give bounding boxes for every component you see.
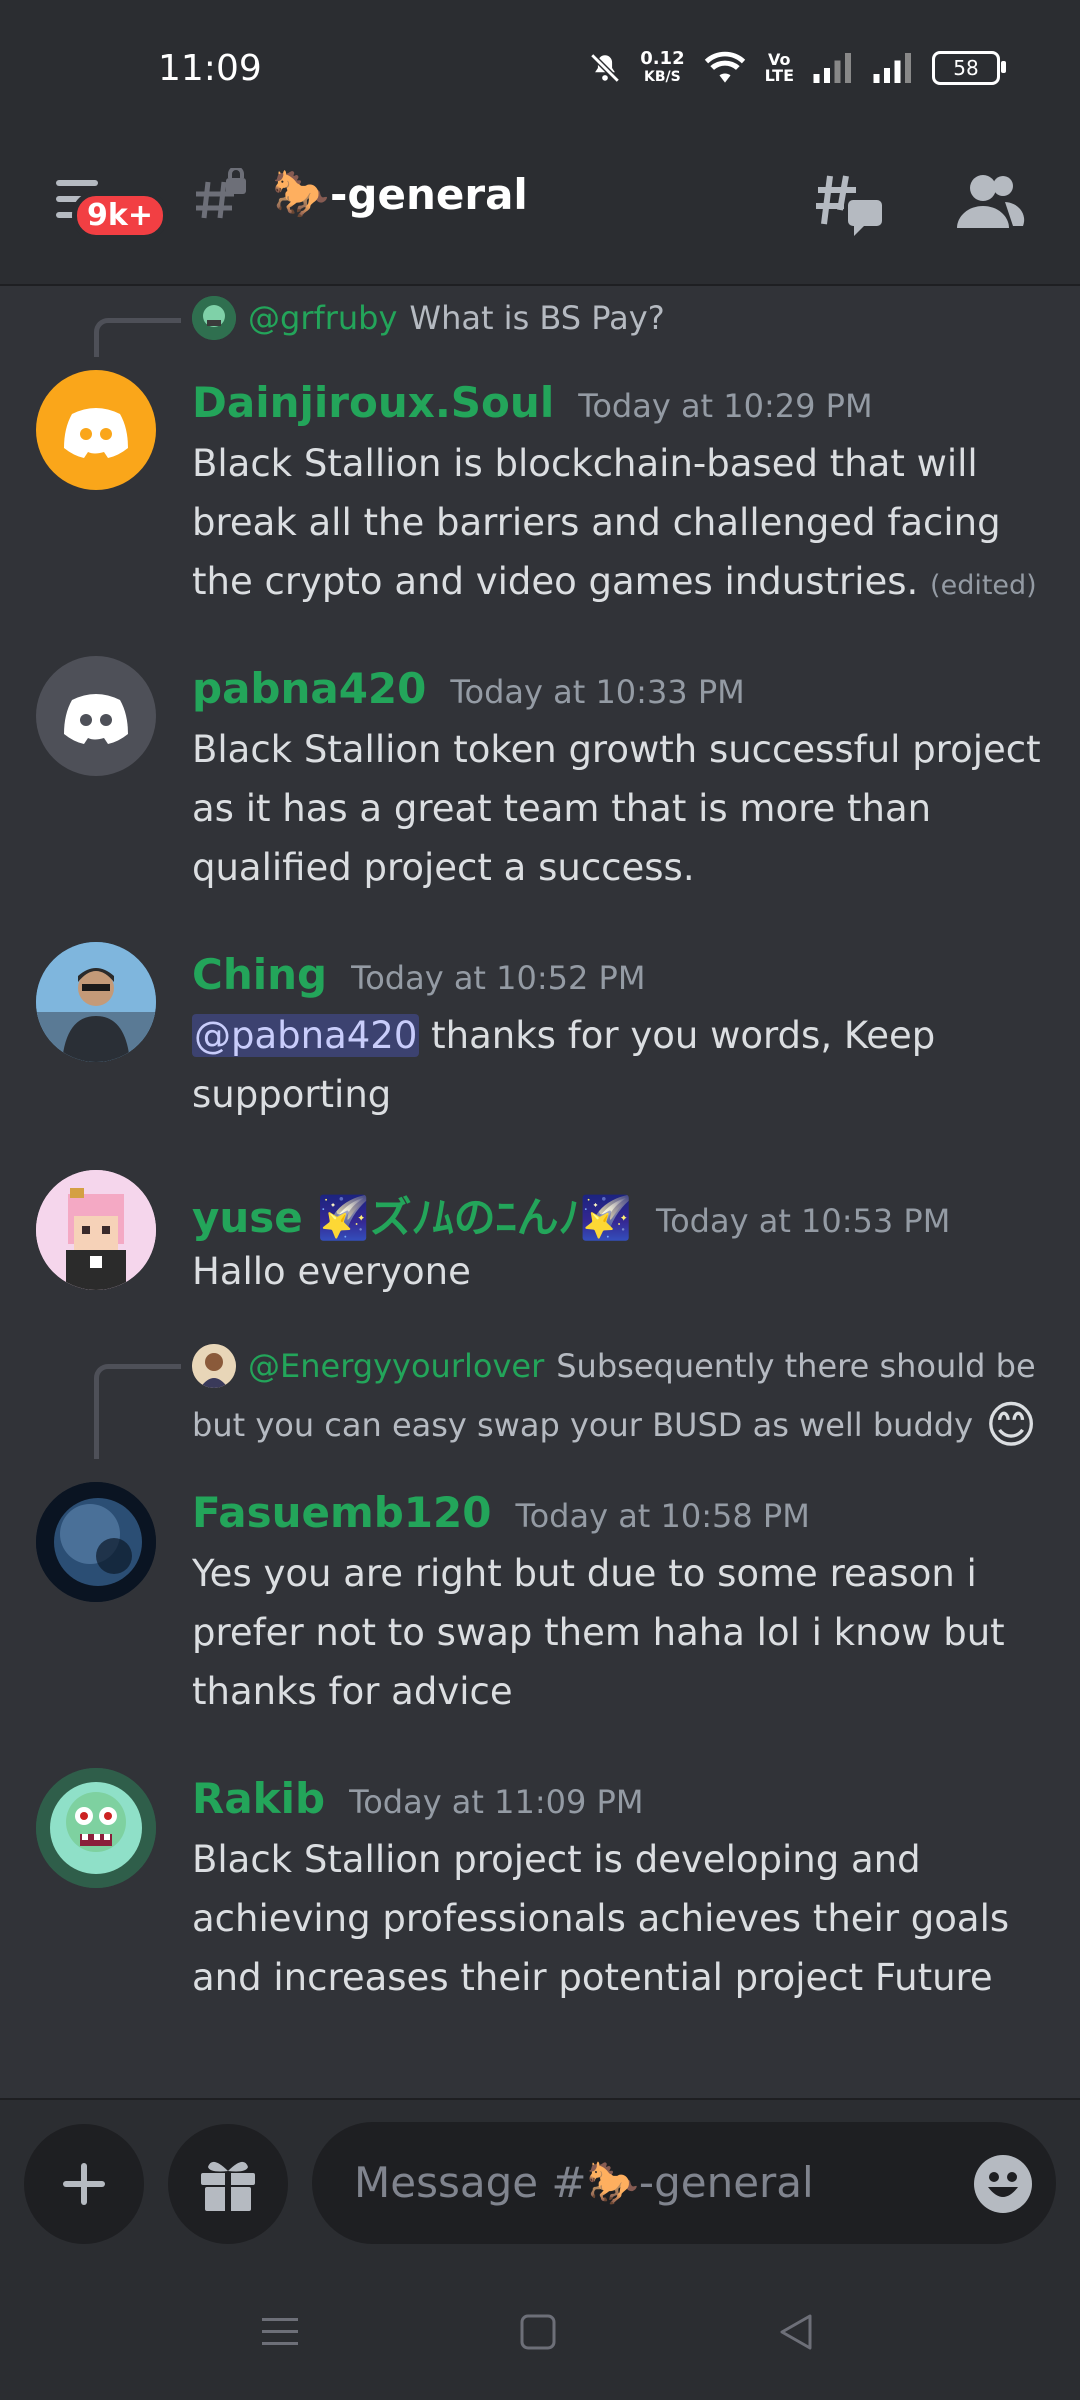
planet-avatar (36, 1482, 156, 1602)
reply-avatar (192, 296, 236, 340)
message-body: Black Stallion is blockchain-based that … (192, 434, 1052, 615)
avatar[interactable] (36, 656, 156, 776)
discord-logo-icon (64, 694, 128, 744)
username[interactable]: Rakib (192, 1774, 325, 1823)
status-icons: 0.12 KB/S Vo LTE 58 (588, 50, 1006, 86)
timestamp: Today at 10:29 PM (578, 387, 873, 425)
message-input-placeholder: Message #🐎-general (354, 2158, 814, 2207)
smiley-icon (974, 2155, 1032, 2213)
status-bar: 11:09 0.12 KB/S Vo LTE 58 (0, 0, 1080, 140)
wifi-icon (703, 51, 747, 85)
message-header: yuse 🌠ズﾉﾑのﾆんﾉ🌠 Today at 10:53 PM (192, 1184, 950, 1245)
reply-preview-continued: but you can easy swap your BUSD as well … (192, 1396, 1037, 1454)
reply-preview[interactable]: @grfruby What is BS Pay? (192, 296, 665, 340)
pixel-art-avatar (36, 1170, 156, 1290)
reply-text: What is BS Pay? (409, 299, 665, 337)
reply-username[interactable]: @Energyyourlover (248, 1347, 544, 1385)
plus-icon (63, 2163, 105, 2205)
timestamp: Today at 11:09 PM (349, 1783, 644, 1821)
message-list[interactable]: @grfruby What is BS Pay? Dainjiroux.Soul… (0, 286, 1080, 2096)
message-body: Black Stallion token growth successful p… (192, 728, 1041, 889)
threads-button[interactable] (814, 170, 884, 240)
network-speed: 0.12 KB/S (640, 50, 684, 86)
reply-connector (94, 1364, 181, 1459)
timestamp: Today at 10:53 PM (655, 1202, 951, 1240)
net-speed-unit: KB/S (644, 69, 681, 85)
reply-text: Subsequently there should be (556, 1347, 1036, 1385)
locked-channel-icon (194, 166, 250, 226)
gift-button[interactable] (168, 2124, 288, 2244)
user-mention[interactable]: @pabna420 (192, 1014, 420, 1057)
username[interactable]: yuse 🌠ズﾉﾑのﾆんﾉ🌠 (192, 1184, 632, 1245)
message-text: Black Stallion is blockchain-based that … (192, 442, 1001, 603)
home-square-icon (520, 2314, 556, 2350)
message-header: Dainjiroux.Soul Today at 10:29 PM (192, 378, 873, 427)
avatar[interactable] (36, 1170, 156, 1290)
nav-menu-button[interactable] (260, 2312, 300, 2356)
unread-badge: 9k+ (72, 191, 168, 240)
message-body: Yes you are right but due to some reason… (192, 1552, 1005, 1713)
avatar[interactable] (36, 942, 156, 1062)
members-button[interactable] (955, 172, 1025, 236)
edited-label: (edited) (930, 570, 1037, 601)
reply-preview[interactable]: @Energyyourlover Subsequently there shou… (192, 1344, 1036, 1388)
channel-name[interactable]: -general (330, 170, 528, 219)
message-input[interactable]: Message #🐎-general (312, 2122, 1056, 2244)
back-triangle-icon (780, 2314, 812, 2350)
zombie-avatar (36, 1768, 156, 1888)
message-body: @pabna420 thanks for you words, Keep sup… (192, 1006, 1052, 1124)
username[interactable]: Fasuemb120 (192, 1488, 491, 1537)
nav-back-button[interactable] (776, 2312, 816, 2356)
timestamp: Today at 10:33 PM (450, 673, 745, 711)
volte-bottom: LTE (764, 66, 794, 85)
reply-emoji: 😊 (985, 1396, 1038, 1454)
user-photo (36, 942, 156, 1062)
reply-text-continued: but you can easy swap your BUSD as well … (192, 1406, 973, 1444)
discord-logo-icon (64, 408, 128, 458)
reply-connector (94, 318, 181, 357)
avatar[interactable] (36, 1482, 156, 1602)
volte-indicator: Vo LTE (765, 52, 794, 84)
emoji-picker-button[interactable] (972, 2153, 1034, 2219)
battery-level: 58 (953, 56, 979, 80)
avatar[interactable] (36, 370, 156, 490)
menu-lines-icon (262, 2318, 298, 2345)
username[interactable]: pabna420 (192, 664, 426, 713)
signal-icon-1 (812, 53, 854, 83)
reply-username[interactable]: @grfruby (248, 299, 397, 337)
message-body: Hallo everyone (192, 1250, 471, 1293)
message-header: Ching Today at 10:52 PM (192, 950, 645, 999)
message-header: Fasuemb120 Today at 10:58 PM (192, 1488, 810, 1537)
message-header: Rakib Today at 11:09 PM (192, 1774, 643, 1823)
signal-icon-2 (872, 53, 914, 83)
net-speed-value: 0.12 (640, 48, 685, 69)
avatar[interactable] (36, 1768, 156, 1888)
timestamp: Today at 10:58 PM (515, 1497, 810, 1535)
timestamp: Today at 10:52 PM (351, 959, 646, 997)
username[interactable]: Dainjiroux.Soul (192, 378, 554, 427)
nav-home-button[interactable] (518, 2312, 558, 2356)
username[interactable]: Ching (192, 950, 327, 999)
mute-icon (588, 51, 622, 85)
members-icon (957, 175, 1025, 228)
channel-emoji: 🐎 (272, 166, 330, 220)
message-header: pabna420 Today at 10:33 PM (192, 664, 745, 713)
message-body: Black Stallion project is developing and… (192, 1838, 1010, 1999)
gift-icon (201, 2161, 255, 2211)
threads-icon (816, 175, 882, 236)
add-attachment-button[interactable] (24, 2124, 144, 2244)
reply-avatar (192, 1344, 236, 1388)
battery-indicator: 58 (932, 51, 1006, 85)
status-time: 11:09 (158, 48, 262, 89)
